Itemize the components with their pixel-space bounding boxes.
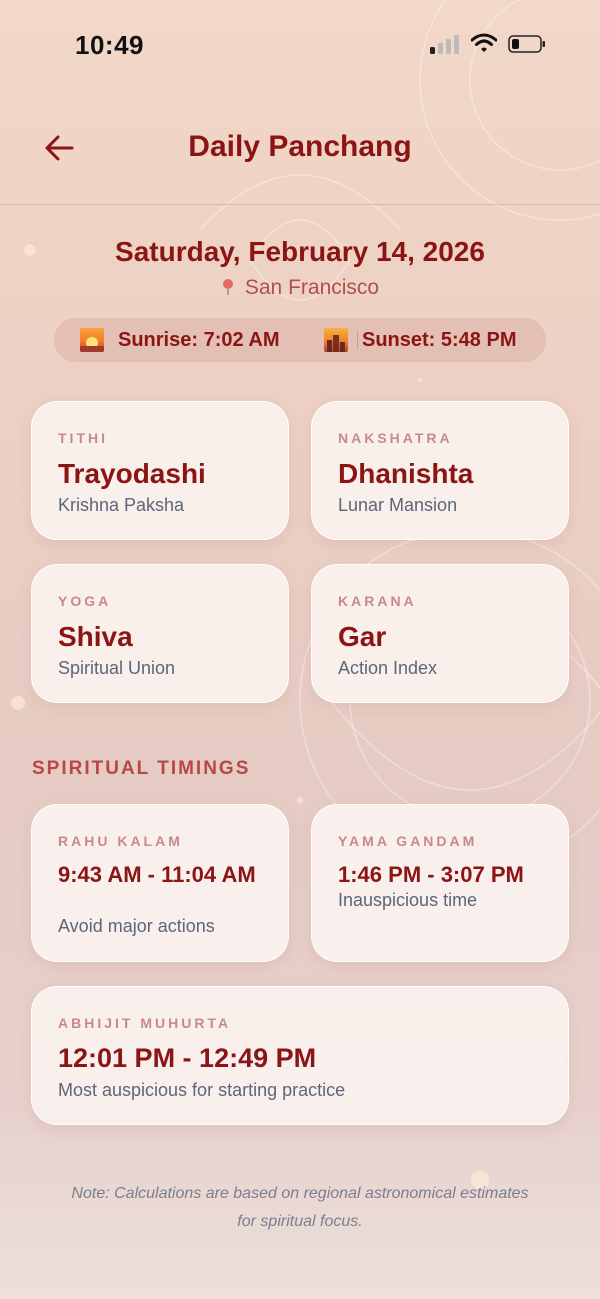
card-subtitle: Spiritual Union	[58, 658, 176, 678]
card-value: Shiva	[58, 621, 133, 652]
card-label: ABHIJIT MUHURTA	[58, 1015, 232, 1031]
card-subtitle: Krishna Paksha	[58, 495, 185, 515]
sunset-text: Sunset: 5:48 PM	[362, 328, 517, 351]
card-label: TITHI	[58, 430, 108, 446]
location-line: San Francisco	[0, 276, 600, 300]
card-value: Trayodashi	[58, 458, 206, 489]
status-bar: 10:49	[0, 0, 600, 90]
card-value: 1:46 PM - 3:07 PM	[338, 862, 524, 887]
calculation-note: Note: Calculations are based on regional…	[71, 1185, 529, 1230]
abhijit-muhurta-card[interactable]: ABHIJIT MUHURTA 12:01 PM - 12:49 PM Most…	[31, 986, 569, 1125]
card-label: RAHU KALAM	[58, 833, 183, 849]
karana-card[interactable]: KARANA Gar Action Index	[311, 564, 569, 703]
card-label: KARANA	[338, 593, 417, 609]
card-subtitle: Lunar Mansion	[338, 495, 458, 515]
date-heading: Saturday, February 14, 2026	[115, 236, 485, 267]
location-text: San Francisco	[244, 276, 380, 299]
sunrise-icon	[80, 328, 104, 352]
cellular-signal-icon	[430, 34, 462, 54]
top-app-bar: Daily Panchang	[0, 100, 600, 205]
card-value: Gar	[338, 621, 387, 652]
status-time: 10:49	[75, 30, 144, 60]
card-value: Dhanishta	[338, 458, 474, 489]
battery-icon	[508, 35, 545, 53]
card-label: YAMA GANDAM	[338, 833, 478, 849]
card-subtitle: Action Index	[338, 658, 438, 678]
tithi-card[interactable]: TITHI Trayodashi Krishna Paksha	[31, 401, 289, 540]
rahu-kalam-card[interactable]: RAHU KALAM 9:43 AM - 11:04 AM Avoid majo…	[31, 804, 289, 962]
card-subtitle: Most auspicious for starting practice	[58, 1080, 346, 1100]
wifi-icon	[471, 33, 497, 52]
section-title-spiritual-timings: SPIRITUAL TIMINGS	[32, 758, 251, 779]
card-subtitle: Avoid major actions	[58, 916, 215, 936]
sunset-icon	[324, 328, 348, 352]
sunset-item: Sunset: 5:48 PM	[324, 318, 516, 362]
card-label: NAKSHATRA	[338, 430, 453, 446]
sunrise-item: Sunrise: 7:02 AM	[80, 318, 280, 362]
card-subtitle: Inauspicious time	[338, 890, 478, 910]
sunrise-text: Sunrise: 7:02 AM	[118, 328, 280, 351]
card-value: 9:43 AM - 11:04 AM	[58, 862, 256, 887]
sun-times-pill: Sunrise: 7:02 AM Sunset: 5:48 PM	[54, 318, 546, 362]
yoga-card[interactable]: YOGA Shiva Spiritual Union	[31, 564, 289, 703]
page-title: Daily Panchang	[188, 130, 412, 163]
card-label: YOGA	[58, 593, 112, 609]
yama-gandam-card[interactable]: YAMA GANDAM 1:46 PM - 3:07 PM Inauspicio…	[311, 804, 569, 962]
card-value: 12:01 PM - 12:49 PM	[58, 1043, 317, 1073]
nakshatra-card[interactable]: NAKSHATRA Dhanishta Lunar Mansion	[311, 401, 569, 540]
location-pin-icon	[222, 279, 233, 295]
